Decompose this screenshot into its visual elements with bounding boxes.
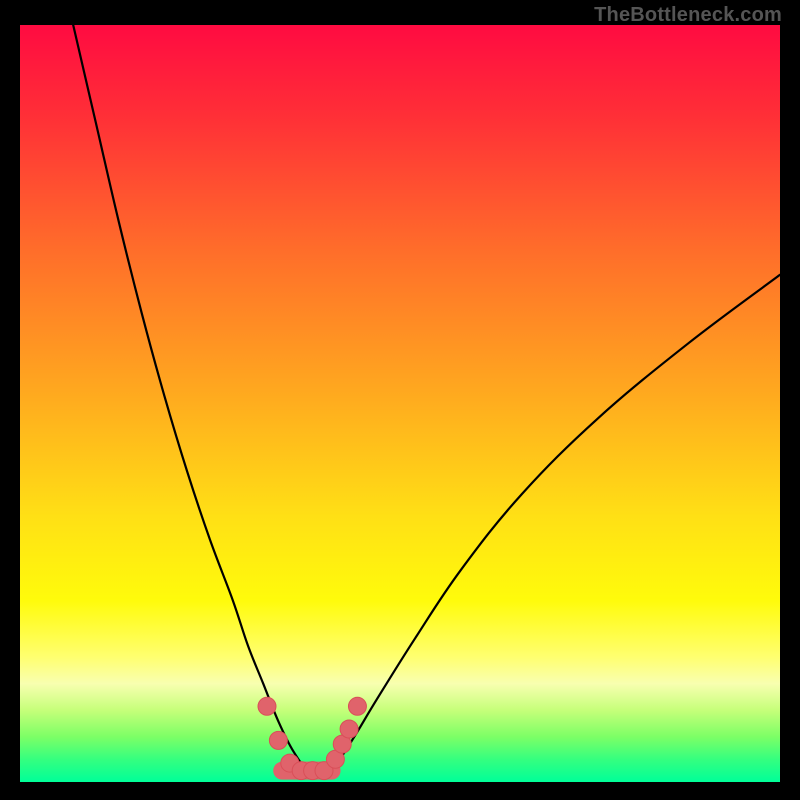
bottleneck-chart <box>20 25 780 782</box>
chart-stage: TheBottleneck.com <box>0 0 800 800</box>
watermark-text: TheBottleneck.com <box>594 4 782 27</box>
plot-frame <box>20 25 780 782</box>
heat-gradient <box>20 25 780 782</box>
curve-marker <box>348 697 366 715</box>
curve-marker <box>269 731 287 749</box>
curve-marker <box>340 720 358 738</box>
curve-marker <box>258 697 276 715</box>
